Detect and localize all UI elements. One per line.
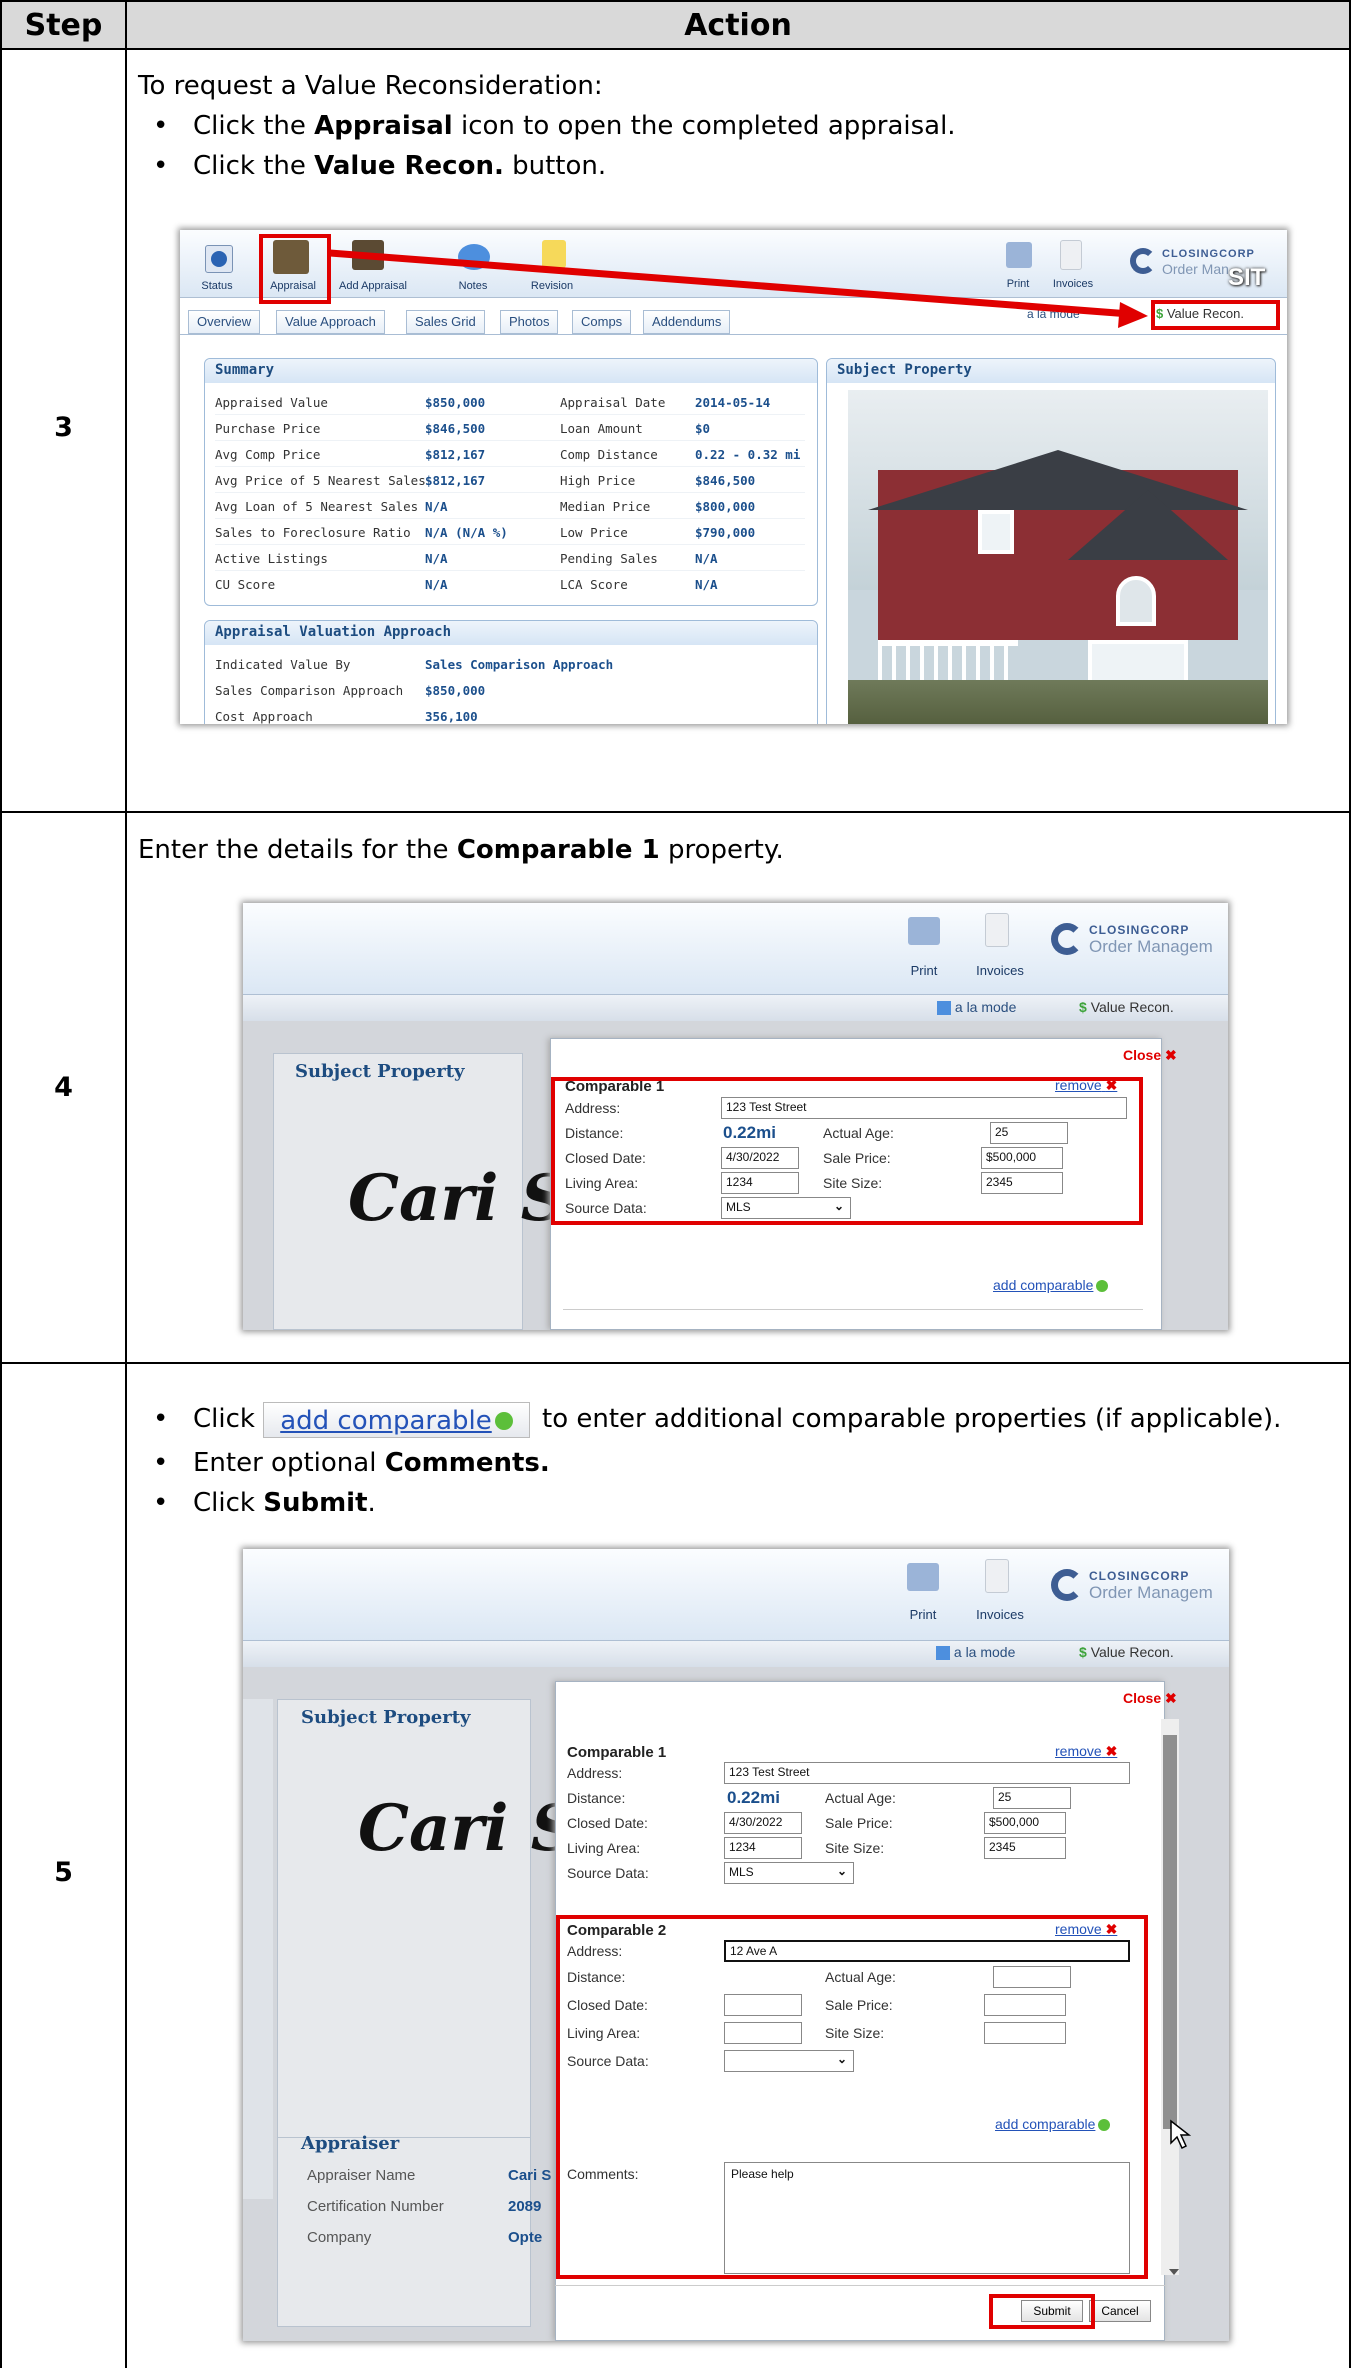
left-edge-panel bbox=[243, 1699, 273, 2199]
dollar-icon: $ bbox=[1079, 999, 1091, 1015]
add-icon bbox=[494, 1412, 513, 1430]
invoices-label[interactable]: Invoices bbox=[973, 963, 1027, 978]
divider bbox=[563, 1309, 1143, 1310]
comp1-address-field[interactable]: 123 Test Street bbox=[724, 1762, 1130, 1784]
comp1-actual-age-field[interactable]: 25 bbox=[993, 1787, 1071, 1809]
appraiser-title: Appraiser bbox=[301, 2133, 400, 2154]
value-recon-button[interactable]: $ Value Recon. bbox=[1079, 999, 1174, 1015]
comp1-distance-value: 0.22mi bbox=[727, 1788, 780, 1807]
table-border-top bbox=[0, 0, 1351, 2]
print-icon[interactable] bbox=[908, 917, 940, 945]
appraiser-name-value: Cari S bbox=[508, 2167, 552, 2184]
cancel-button[interactable]: Cancel bbox=[1089, 2300, 1151, 2322]
step5-bullet-3: Click Submit. bbox=[153, 1483, 376, 1523]
invoices-label[interactable]: Invoices bbox=[973, 1607, 1027, 1622]
dialog-footer-divider bbox=[555, 2285, 1165, 2286]
close-icon: ✖ bbox=[1165, 1047, 1177, 1063]
table-border-row3 bbox=[0, 811, 1351, 813]
comp1-living-area-field[interactable]: 1234 bbox=[724, 1837, 802, 1859]
print-label[interactable]: Print bbox=[900, 1607, 946, 1622]
closed-date-label: Closed Date: bbox=[567, 1815, 648, 1831]
table-border-middle bbox=[125, 0, 127, 2368]
brand-subtitle: Order Managem bbox=[1089, 1583, 1213, 1602]
table-border-header bbox=[0, 48, 1351, 50]
add-comparable-inline-button: add comparable bbox=[263, 1401, 530, 1438]
actual-age-label: Actual Age: bbox=[825, 1790, 896, 1806]
step-header-cell: Step bbox=[2, 2, 125, 48]
a-la-mode-button[interactable]: a la mode bbox=[936, 1644, 1015, 1661]
chevron-down-icon: ⌄ bbox=[836, 1864, 847, 1878]
comp1-sale-price-field[interactable]: $500,000 bbox=[984, 1812, 1066, 1834]
step4-screenshot: Print Invoices CLOSINGCORP Order Managem… bbox=[243, 903, 1228, 1330]
print-label[interactable]: Print bbox=[901, 963, 947, 978]
action-header-cell: Action bbox=[127, 2, 1349, 48]
close-icon: ✖ bbox=[1165, 1690, 1177, 1706]
address-label: Address: bbox=[567, 1765, 623, 1781]
step5-screenshot: Print Invoices CLOSINGCORP Order Managem… bbox=[243, 1549, 1229, 2341]
remove-icon: ✖ bbox=[1105, 1743, 1118, 1759]
mouse-cursor-icon bbox=[1170, 2119, 1191, 2150]
value-recon-button[interactable]: $ Value Recon. bbox=[1079, 1644, 1174, 1660]
step3-screenshot: Status Appraisal Add Appraisal Notes Rev… bbox=[180, 230, 1287, 724]
a-la-mode-button[interactable]: a la mode bbox=[937, 999, 1016, 1016]
invoices-icon[interactable] bbox=[985, 1559, 1009, 1593]
remove-comparable-1-link[interactable]: remove ✖ bbox=[1055, 1743, 1117, 1760]
invoices-icon[interactable] bbox=[985, 913, 1009, 947]
arrow-annotation bbox=[329, 249, 1148, 328]
step3-intro: To request a Value Reconsideration: bbox=[138, 71, 603, 101]
step-number-5: 5 bbox=[54, 1857, 73, 1888]
subject-property-title: Subject Property bbox=[301, 1707, 471, 1728]
print-icon[interactable] bbox=[907, 1563, 939, 1591]
step5-bullet-1: Click add comparable to enter additional… bbox=[153, 1399, 1281, 1439]
scroll-down-icon[interactable] bbox=[1169, 2269, 1179, 2275]
distance-label: Distance: bbox=[567, 1790, 626, 1806]
comparable-1-title: Comparable 1 bbox=[567, 1744, 667, 1761]
step-number-4: 4 bbox=[54, 1072, 73, 1103]
table-border-row4 bbox=[0, 1362, 1351, 1364]
sale-price-label: Sale Price: bbox=[825, 1815, 893, 1831]
comp1-source-data-select[interactable]: MLS ⌄ bbox=[724, 1862, 854, 1884]
scrollbar-thumb[interactable] bbox=[1163, 1735, 1177, 2129]
comp1-closed-date-field[interactable]: 4/30/2022 bbox=[724, 1812, 802, 1834]
step3-bullet-1: Click the Appraisal icon to open the com… bbox=[153, 106, 956, 146]
appraiser-name-label: Appraiser Name bbox=[307, 2167, 416, 2184]
subject-property-title: Subject Property bbox=[295, 1061, 465, 1082]
certification-number-label: Certification Number bbox=[307, 2198, 444, 2215]
comp1-site-size-field[interactable]: 2345 bbox=[984, 1837, 1066, 1859]
close-button[interactable]: Close ✖ bbox=[1123, 1047, 1177, 1064]
closingcorp-logo-icon bbox=[1051, 923, 1083, 955]
step5-bullet-2: Enter optional Comments. bbox=[153, 1443, 550, 1483]
step3-bullet-2: Click the Value Recon. button. bbox=[153, 146, 606, 186]
brand-name: CLOSINGCORP bbox=[1089, 1569, 1190, 1583]
company-value: Opte bbox=[508, 2229, 543, 2246]
table-border-left bbox=[0, 0, 2, 2368]
step4-text: Enter the details for the Comparable 1 p… bbox=[138, 835, 784, 865]
certification-number-value: 2089 bbox=[508, 2198, 542, 2215]
step-number-3: 3 bbox=[54, 412, 73, 443]
add-comparable-link[interactable]: add comparable bbox=[993, 1277, 1109, 1293]
brand-subtitle: Order Managem bbox=[1089, 937, 1213, 956]
dollar-icon: $ bbox=[1079, 1644, 1091, 1660]
app-toolbar bbox=[243, 1549, 1229, 1641]
a-la-mode-icon bbox=[937, 1001, 951, 1016]
source-data-label: Source Data: bbox=[567, 1865, 649, 1881]
app-toolbar bbox=[243, 903, 1228, 995]
living-area-label: Living Area: bbox=[567, 1840, 641, 1856]
submit-highlight bbox=[989, 2294, 1095, 2329]
add-icon bbox=[1096, 1280, 1109, 1293]
comparable-2-highlight bbox=[556, 1915, 1148, 2279]
comparable-1-highlight bbox=[551, 1077, 1143, 1225]
close-button[interactable]: Close ✖ bbox=[1123, 1690, 1177, 1707]
subject-property-panel bbox=[277, 1699, 531, 2139]
company-label: Company bbox=[307, 2229, 372, 2246]
closingcorp-logo-icon bbox=[1051, 1569, 1083, 1601]
a-la-mode-icon bbox=[936, 1646, 950, 1661]
brand-name: CLOSINGCORP bbox=[1089, 923, 1190, 937]
site-size-label: Site Size: bbox=[825, 1840, 885, 1856]
